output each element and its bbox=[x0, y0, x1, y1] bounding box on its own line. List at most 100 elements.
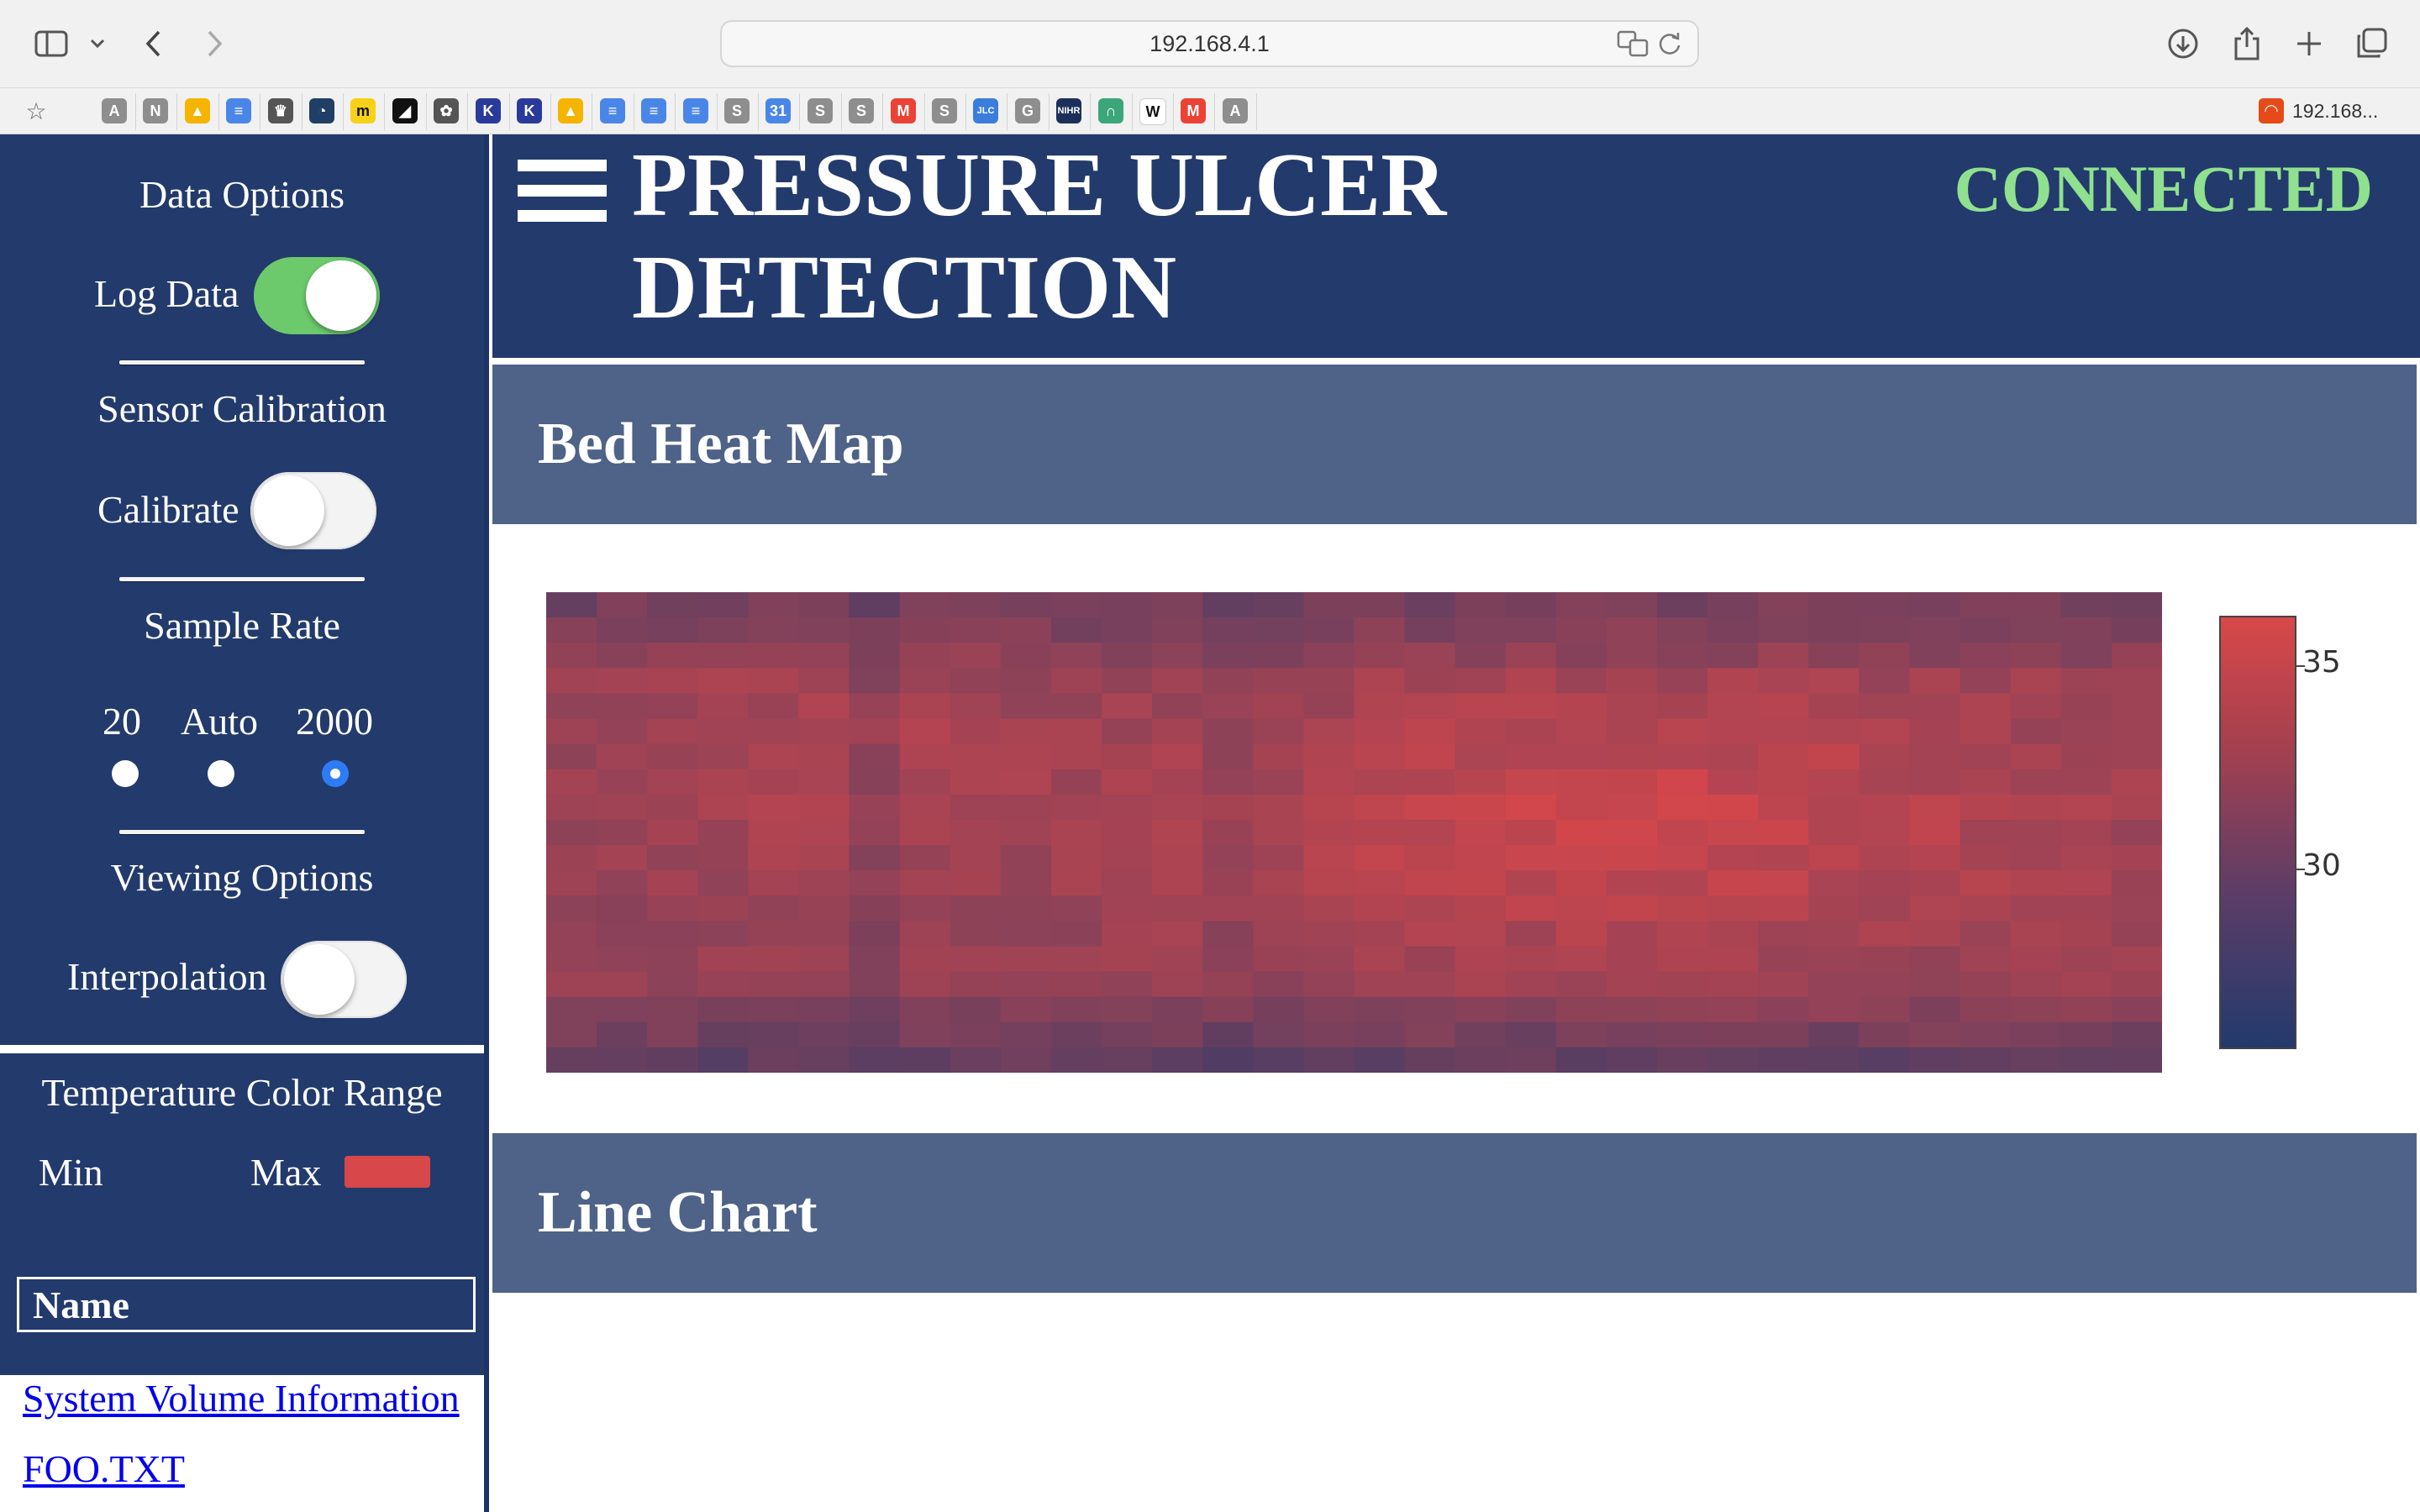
heatmap-cell bbox=[697, 643, 749, 669]
bookmark-icon[interactable]: ≡ bbox=[683, 98, 708, 123]
back-icon[interactable] bbox=[139, 25, 168, 62]
heatmap-cell bbox=[2111, 743, 2162, 770]
bookmark-icon[interactable]: ◢ bbox=[392, 98, 418, 123]
tab-overview-icon[interactable] bbox=[2354, 25, 2388, 62]
heatmap-cell bbox=[1859, 794, 1911, 821]
bookmark-192[interactable]: ◠ 192.168... bbox=[2259, 98, 2378, 123]
heatmap-cell bbox=[697, 870, 749, 896]
bookmark-icon[interactable]: ≡ bbox=[600, 98, 625, 123]
bookmarks-bar: ☆ A N ▲ ≡ ♛ ◔ m ◢ ✿ K K ▲ ≡ ≡ ≡ S 31 S S M S JLC G NIHR ∩ W M A ◠ 1… bbox=[0, 87, 2420, 134]
sample-rate-2000-radio[interactable] bbox=[322, 760, 349, 787]
bookmark-icon[interactable]: ◔ bbox=[309, 98, 334, 123]
heatmap-cell bbox=[1050, 668, 1102, 695]
max-color-swatch[interactable] bbox=[345, 1156, 430, 1188]
heatmap-cell bbox=[1404, 946, 1456, 973]
bookmark-icon[interactable]: ≡ bbox=[226, 98, 251, 123]
heatmap-cell bbox=[2111, 895, 2162, 921]
reload-icon[interactable] bbox=[1657, 30, 1682, 63]
heatmap-cell bbox=[1960, 845, 2012, 871]
translate-icon[interactable] bbox=[1617, 30, 1649, 63]
heatmap-cell bbox=[748, 895, 800, 921]
bookmark-icon[interactable]: S bbox=[849, 98, 874, 123]
download-icon[interactable] bbox=[2166, 25, 2200, 62]
heatmap-cell bbox=[798, 895, 850, 921]
heatmap-cell bbox=[1808, 668, 1860, 695]
heatmap-cell bbox=[1657, 718, 1708, 745]
heatmap-cell bbox=[1960, 996, 2012, 1023]
interpolation-toggle[interactable] bbox=[281, 941, 407, 1018]
sidebar-toggle-icon[interactable] bbox=[32, 25, 71, 62]
heatmap-cell bbox=[2010, 693, 2062, 720]
bookmark-label: 192.168... bbox=[2292, 99, 2379, 122]
heatmap-cell bbox=[1455, 895, 1507, 921]
heatmap-cell bbox=[1505, 743, 1557, 770]
forward-icon[interactable] bbox=[200, 25, 229, 62]
heatmap-cell bbox=[1505, 643, 1557, 669]
heatmap-cell bbox=[2060, 971, 2112, 998]
heatmap-cell bbox=[2010, 617, 2062, 643]
heatmap-cell bbox=[1909, 718, 1961, 745]
sample-rate-auto-radio[interactable] bbox=[208, 760, 234, 787]
new-tab-icon[interactable] bbox=[2292, 25, 2326, 62]
bookmark-icon[interactable]: ✿ bbox=[434, 98, 459, 123]
heatmap-cell bbox=[798, 769, 850, 795]
share-icon[interactable] bbox=[2230, 25, 2264, 62]
heatmap-cell bbox=[2060, 946, 2112, 973]
heatmap-cell bbox=[1202, 693, 1254, 720]
log-data-toggle[interactable] bbox=[254, 257, 380, 334]
heatmap-cell bbox=[748, 643, 800, 669]
heatmap-cell bbox=[1455, 870, 1507, 896]
heatmap-cell bbox=[1455, 643, 1507, 669]
heatmap-cell bbox=[1000, 895, 1052, 921]
sample-rate-20-radio[interactable] bbox=[112, 760, 139, 787]
calibrate-toggle[interactable] bbox=[250, 472, 376, 549]
heatmap-cell bbox=[2111, 921, 2162, 948]
bookmark-icon[interactable]: M bbox=[891, 98, 916, 123]
title-line-2: DETECTION bbox=[632, 238, 1177, 338]
heatmap-cell bbox=[748, 718, 800, 745]
bookmark-icon[interactable]: ≡ bbox=[641, 98, 666, 123]
min-color-swatch[interactable] bbox=[124, 1156, 217, 1188]
heatmap-cell bbox=[1354, 617, 1406, 643]
bookmark-separator bbox=[1173, 93, 1174, 130]
heatmap-cell bbox=[2010, 1047, 2062, 1073]
bookmark-icon[interactable]: ♛ bbox=[268, 98, 293, 123]
file-link-system-volume[interactable]: System Volume Information bbox=[23, 1376, 460, 1420]
bookmark-icon[interactable]: ▲ bbox=[558, 98, 583, 123]
rss-icon: ◠ bbox=[2259, 98, 2284, 123]
bookmark-icon[interactable]: K bbox=[476, 98, 501, 123]
star-icon[interactable]: ☆ bbox=[24, 98, 49, 124]
heatmap-cell bbox=[1657, 743, 1708, 770]
hamburger-menu-icon[interactable] bbox=[518, 160, 607, 235]
bookmark-icon[interactable]: S bbox=[724, 98, 750, 123]
bookmark-icon[interactable]: A bbox=[1223, 98, 1248, 123]
bookmark-icon[interactable]: M bbox=[1181, 98, 1206, 123]
bookmark-icon[interactable]: m bbox=[350, 98, 376, 123]
bookmark-icon[interactable]: ∩ bbox=[1098, 98, 1123, 123]
file-link-foo[interactable]: FOO.TXT bbox=[23, 1446, 185, 1491]
bookmark-icon[interactable]: N bbox=[143, 98, 168, 123]
heatmap-cell bbox=[1354, 870, 1406, 896]
heatmap-cell bbox=[849, 870, 901, 896]
bookmark-icon[interactable]: W bbox=[1139, 98, 1166, 125]
chevron-down-icon[interactable] bbox=[87, 25, 108, 62]
heatmap-cell bbox=[1303, 769, 1355, 795]
heatmap-cell bbox=[899, 1021, 951, 1048]
bookmark-icon[interactable]: 31 bbox=[765, 98, 791, 123]
heatmap-cell bbox=[1505, 1021, 1557, 1048]
bookmark-icon[interactable]: ▲ bbox=[185, 98, 210, 123]
heatmap-cell bbox=[2010, 946, 2062, 973]
bookmark-icon[interactable]: S bbox=[932, 98, 957, 123]
bookmark-icon[interactable]: JLC bbox=[973, 98, 998, 123]
heatmap-cell bbox=[1505, 693, 1557, 720]
address-bar[interactable]: 192.168.4.1 bbox=[720, 20, 1699, 67]
bookmark-icon[interactable]: K bbox=[517, 98, 542, 123]
heatmap-cell bbox=[1758, 617, 1809, 643]
bookmark-icon[interactable]: S bbox=[808, 98, 833, 123]
heatmap-cell bbox=[1253, 693, 1304, 720]
heatmap-cell bbox=[899, 845, 951, 871]
bookmark-icon[interactable]: A bbox=[102, 98, 127, 123]
bookmark-icon[interactable]: NIHR bbox=[1056, 98, 1081, 123]
bookmark-icon[interactable]: G bbox=[1015, 98, 1040, 123]
heatmap-cell bbox=[1000, 592, 1052, 618]
